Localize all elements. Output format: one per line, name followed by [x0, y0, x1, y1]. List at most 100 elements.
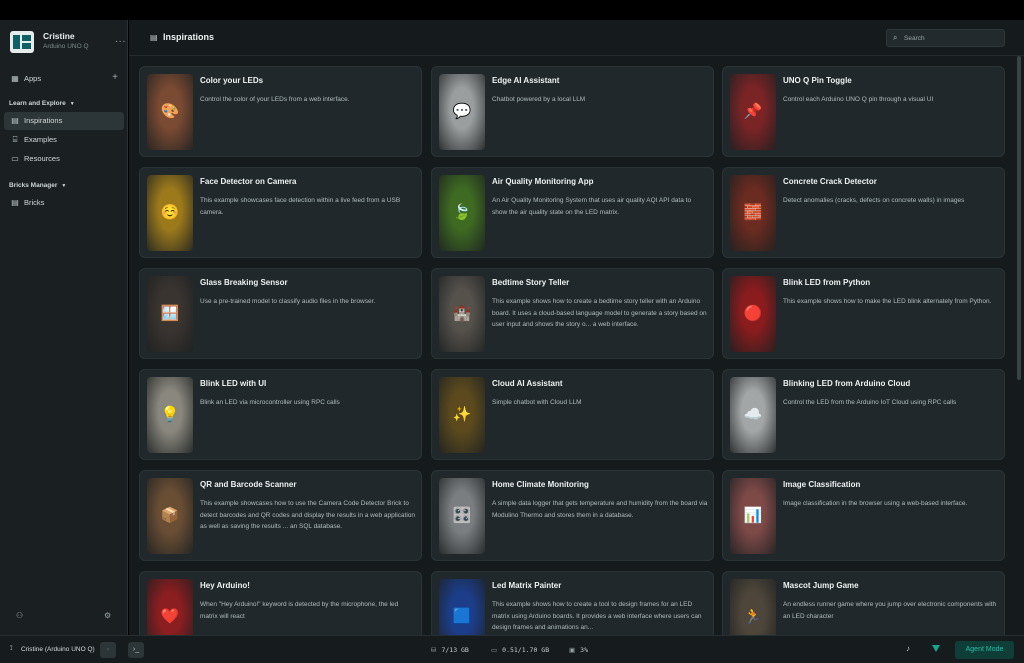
page-header: ▤ Inspirations ⌕ — [129, 20, 1024, 56]
sidebar-item-apps[interactable]: ▦ Apps + — [4, 70, 124, 88]
search-box[interactable]: ⌕ — [886, 29, 1005, 47]
cpu-value: 3% — [580, 646, 588, 654]
sidebar-item-examples[interactable]: ⌸ Examples — [4, 131, 124, 149]
card-emoji-icon: 🎨 — [160, 103, 180, 120]
card-description: An Air Quality Monitoring System that us… — [492, 197, 692, 216]
inspiration-card[interactable]: 🏰 Bedtime Story Teller This example shows … — [431, 268, 714, 359]
card-thumbnail: 🏰 — [439, 276, 485, 352]
memory-usage: ▭ 0.51/1.70 GB — [491, 646, 549, 654]
terminal-button[interactable]: ›_ — [128, 642, 144, 658]
card-emoji-icon: 🪟 — [160, 305, 180, 322]
inspiration-card[interactable]: 🏃 Mascot Jump Game An endless runner game … — [722, 571, 1005, 635]
inspiration-card[interactable]: 📊 Image Classification Image classificatio… — [722, 470, 1005, 561]
card-description: This example showcases face detection wi… — [200, 197, 401, 216]
card-title: Home Climate Monitoring — [492, 480, 589, 489]
sidebar-item-inspirations[interactable]: ▤ Inspirations — [4, 112, 124, 130]
inspiration-card[interactable]: 🎨 Color your LEDs Control the color of you… — [139, 66, 422, 157]
card-emoji-icon: ✨ — [452, 406, 472, 423]
inspiration-card[interactable]: 🎛️ Home Climate Monitoring A simple data l… — [431, 470, 714, 561]
settings-gear-icon[interactable]: ⚙ — [104, 611, 111, 620]
card-title: Image Classification — [783, 480, 861, 489]
sidebar-item-bricks[interactable]: ▤ Bricks — [4, 194, 124, 212]
card-description: Chatbot powered by a local LLM — [492, 96, 586, 103]
inspiration-card[interactable]: 🔴 Blink LED from Python This example shows… — [722, 268, 1005, 359]
storage-usage: ⛁ 7/13 GB — [431, 646, 469, 654]
inspiration-card[interactable]: 🪟 Glass Breaking Sensor Use a pre-trained … — [139, 268, 422, 359]
more-options-icon[interactable]: ... — [115, 34, 126, 45]
book-icon: ▭ — [11, 154, 19, 163]
card-emoji-icon: 🎛️ — [452, 507, 472, 524]
card-thumbnail: ☺️ — [147, 175, 193, 251]
sidebar-item-resources[interactable]: ▭ Resources — [4, 150, 124, 168]
scrollbar[interactable] — [1017, 56, 1021, 380]
card-emoji-icon: 🏰 — [452, 305, 472, 322]
card-thumbnail: 🟦 — [439, 579, 485, 635]
card-thumbnail: 🎨 — [147, 74, 193, 150]
section-label: Bricks Manager — [9, 182, 58, 189]
card-emoji-icon: 🧱 — [743, 204, 763, 221]
card-emoji-icon: 🔴 — [743, 305, 763, 322]
storage-value: 7/13 GB — [441, 646, 469, 654]
inspiration-card[interactable]: 📌 UNO Q Pin Toggle Control each Arduino UN… — [722, 66, 1005, 157]
card-emoji-icon: 📦 — [160, 507, 180, 524]
agent-mode-button[interactable]: Agent Mode — [955, 641, 1014, 659]
card-title: Bedtime Story Teller — [492, 278, 570, 287]
card-description: This example showcases how to use the Ca… — [200, 500, 415, 530]
card-thumbnail: 📊 — [730, 478, 776, 554]
card-emoji-icon: 🏃 — [743, 608, 763, 625]
card-thumbnail: 🧱 — [730, 175, 776, 251]
card-thumbnail: 🎛️ — [439, 478, 485, 554]
search-input[interactable] — [904, 32, 1000, 44]
card-description: Simple chatbot with Cloud LLM — [492, 399, 582, 406]
inspiration-card[interactable]: ☁️ Blinking LED from Arduino Cloud Control… — [722, 369, 1005, 460]
card-thumbnail: ❤️ — [147, 579, 193, 635]
section-learn-and-explore[interactable]: Learn and Explore ▼ — [9, 100, 75, 107]
bricks-icon: ▤ — [11, 198, 19, 207]
sidebar-item-label: Bricks — [24, 198, 45, 207]
card-description: Image classification in the browser usin… — [783, 500, 968, 507]
user-icon[interactable]: ⚇ — [16, 611, 23, 620]
card-thumbnail: 🪟 — [147, 276, 193, 352]
card-title: QR and Barcode Scanner — [200, 480, 297, 489]
inspiration-card[interactable]: 🧱 Concrete Crack Detector Detect anomalies… — [722, 167, 1005, 258]
device-model: Arduino UNO Q — [43, 43, 89, 50]
cpu-usage: ▣ 3% — [569, 646, 588, 654]
inspiration-card[interactable]: 💡 Blink LED with UI Blink an LED via micro… — [139, 369, 422, 460]
inspiration-card[interactable]: ✨ Cloud AI Assistant Simple chatbot with C… — [431, 369, 714, 460]
device-selector[interactable]: Cristine Arduino UNO Q ... — [10, 30, 125, 54]
sidebar-item-label: Resources — [24, 154, 60, 163]
inspiration-card[interactable]: ☺️ Face Detector on Camera This example sh… — [139, 167, 422, 258]
inspiration-card[interactable]: 🍃 Air Quality Monitoring App An Air Qualit… — [431, 167, 714, 258]
card-title: Air Quality Monitoring App — [492, 177, 594, 186]
card-emoji-icon: ❤️ — [160, 608, 180, 625]
inspiration-card[interactable]: ❤️ Hey Arduino! When "Hey Arduino!" keywor… — [139, 571, 422, 635]
add-app-icon[interactable]: + — [112, 72, 118, 83]
inspiration-card[interactable]: 💬 Edge AI Assistant Chatbot powered by a l… — [431, 66, 714, 157]
sidebar-item-label: Inspirations — [24, 116, 63, 125]
card-title: Face Detector on Camera — [200, 177, 297, 186]
card-emoji-icon: 💬 — [452, 103, 472, 120]
card-title: Cloud AI Assistant — [492, 379, 563, 388]
window-top-bar — [0, 0, 1024, 20]
lightbulb-icon: ▤ — [11, 116, 19, 125]
cpu-icon: ▣ — [569, 646, 576, 654]
memory-icon: ▭ — [491, 646, 498, 654]
sidebar-item-label: Examples — [24, 135, 57, 144]
card-thumbnail: ☁️ — [730, 377, 776, 453]
inspiration-card[interactable]: 📦 QR and Barcode Scanner This example show… — [139, 470, 422, 561]
card-title: Hey Arduino! — [200, 581, 250, 590]
card-description: Control the LED from the Arduino IoT Clo… — [783, 399, 957, 406]
card-thumbnail: 🔴 — [730, 276, 776, 352]
chevron-down-icon: ▼ — [69, 101, 75, 107]
device-board-icon — [10, 31, 34, 53]
inspiration-card[interactable]: 🟦 Led Matrix Painter This example shows ho… — [431, 571, 714, 635]
board-connection-label: Cristine (Arduino UNO Q) — [21, 646, 95, 653]
board-actions-button[interactable]: · — [100, 642, 116, 658]
card-description: This example shows how to make the LED b… — [783, 298, 992, 305]
card-title: Mascot Jump Game — [783, 581, 859, 590]
sidebar: Cristine Arduino UNO Q ... ▦ Apps + Lear… — [0, 20, 128, 635]
section-bricks-manager[interactable]: Bricks Manager ▼ — [9, 182, 66, 189]
notification-bell-icon[interactable]: ♪ — [906, 644, 910, 653]
card-description: An endless runner game where you jump ov… — [783, 601, 997, 620]
search-icon: ⌕ — [893, 33, 898, 42]
